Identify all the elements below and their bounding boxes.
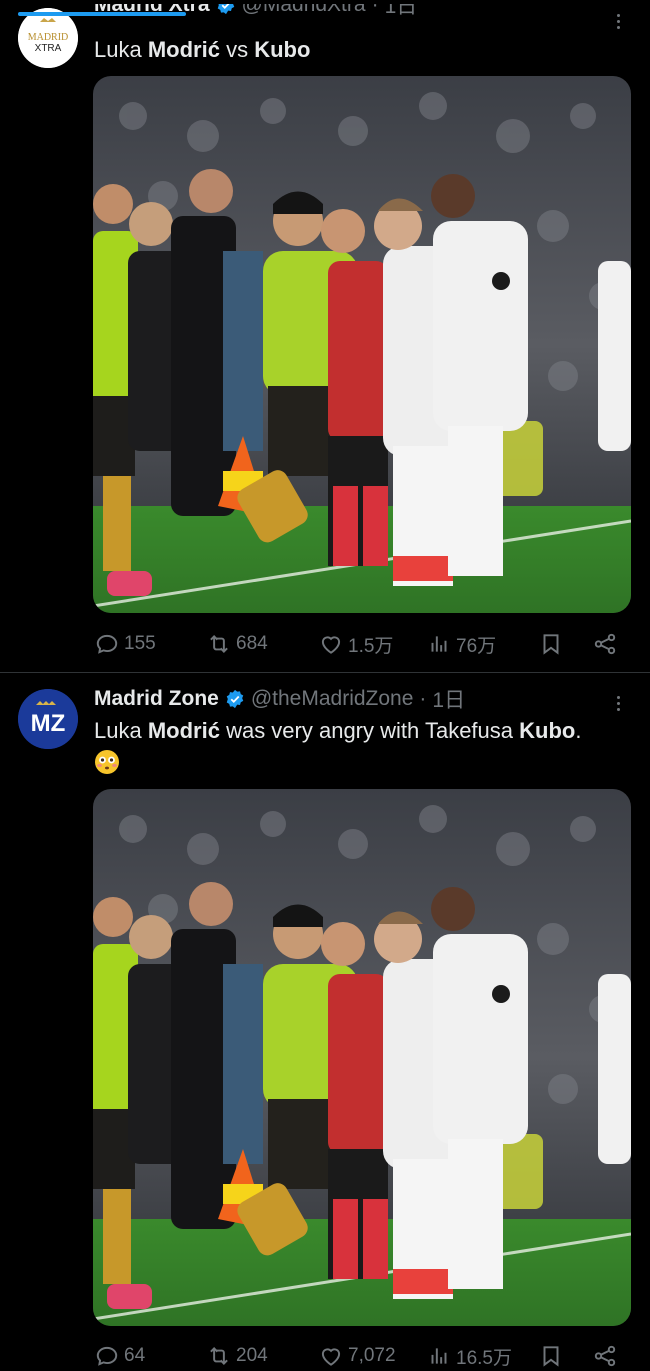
tweet-actions: 155 684 1.5万 76万 [94,629,632,659]
reply-button[interactable]: 64 [94,1343,206,1369]
scroll-progress-bar [18,12,186,16]
views-icon [431,1348,447,1364]
like-icon [321,636,341,654]
photo-match-scene [93,789,631,1326]
share-icon [594,633,616,655]
tweet-header: Madrid Xtra @MadridXtra · 1日 [94,4,610,30]
like-icon [321,1348,341,1366]
avatar-text: MZ [31,710,66,737]
share-button[interactable] [592,631,618,657]
bookmark-icon [543,634,559,655]
like-button[interactable]: 1.5万 [318,631,426,658]
verified-badge-icon [217,4,234,15]
reply-icon [96,1346,118,1366]
author-name[interactable]: Madrid Zone [94,687,219,711]
like-button[interactable]: 7,072 [318,1343,426,1369]
flushed-emoji-icon [95,750,119,775]
retweet-button[interactable]: 684 [206,631,318,657]
tweet-time[interactable]: 1日 [385,4,418,20]
more-icon[interactable] [608,690,628,716]
retweet-count: 684 [236,633,268,654]
views-count: 76万 [456,635,497,657]
share-button[interactable] [592,1343,618,1369]
views-button[interactable]: 76万 [426,631,538,658]
like-count: 1.5万 [348,635,394,657]
retweet-button[interactable]: 204 [206,1343,318,1369]
views-count: 16.5万 [456,1347,512,1369]
tweet-time[interactable]: 1日 [432,684,465,714]
tweet-text: Luka Modrić was very angry with Takefusa… [94,716,632,776]
tweet-2[interactable]: MZ Madrid Zone @theMadridZone · 1日 Luka … [0,673,650,1369]
tweet-photo[interactable] [93,76,631,613]
photo-match-scene [93,76,631,613]
reply-count: 155 [124,633,156,654]
avatar-text-top: MADRID [28,32,69,43]
author-handle[interactable]: @MadridXtra [242,4,366,17]
tweet-photo[interactable] [93,789,631,1326]
share-icon [594,1345,616,1367]
bookmark-button[interactable] [538,1343,592,1369]
views-icon [431,636,447,652]
bookmark-button[interactable] [538,631,592,657]
tweet-1[interactable]: MADRID XTRA Madrid Xtra @MadridXtra · 1日… [0,0,650,672]
views-button[interactable]: 16.5万 [426,1343,538,1370]
retweet-icon [210,635,228,653]
retweet-icon [210,1347,228,1365]
more-icon[interactable] [608,8,628,34]
author-handle[interactable]: @theMadridZone [251,687,414,711]
avatar-madrid-xtra[interactable]: MADRID XTRA [18,8,78,68]
avatar-text-bottom: XTRA [35,43,62,54]
verified-badge-icon [226,689,244,709]
separator-dot: · [371,4,379,16]
avatar-madrid-zone[interactable]: MZ [18,689,78,749]
tweet-text: Luka Modrić vs Kubo [94,37,311,62]
separator-dot: · [419,687,427,710]
reply-icon [96,634,118,654]
tweet-actions: 64 204 7,072 16.5万 [94,1341,632,1371]
bookmark-icon [543,1346,559,1367]
tweet-header: Madrid Zone @theMadridZone · 1日 [94,686,610,712]
reply-button[interactable]: 155 [94,631,206,657]
